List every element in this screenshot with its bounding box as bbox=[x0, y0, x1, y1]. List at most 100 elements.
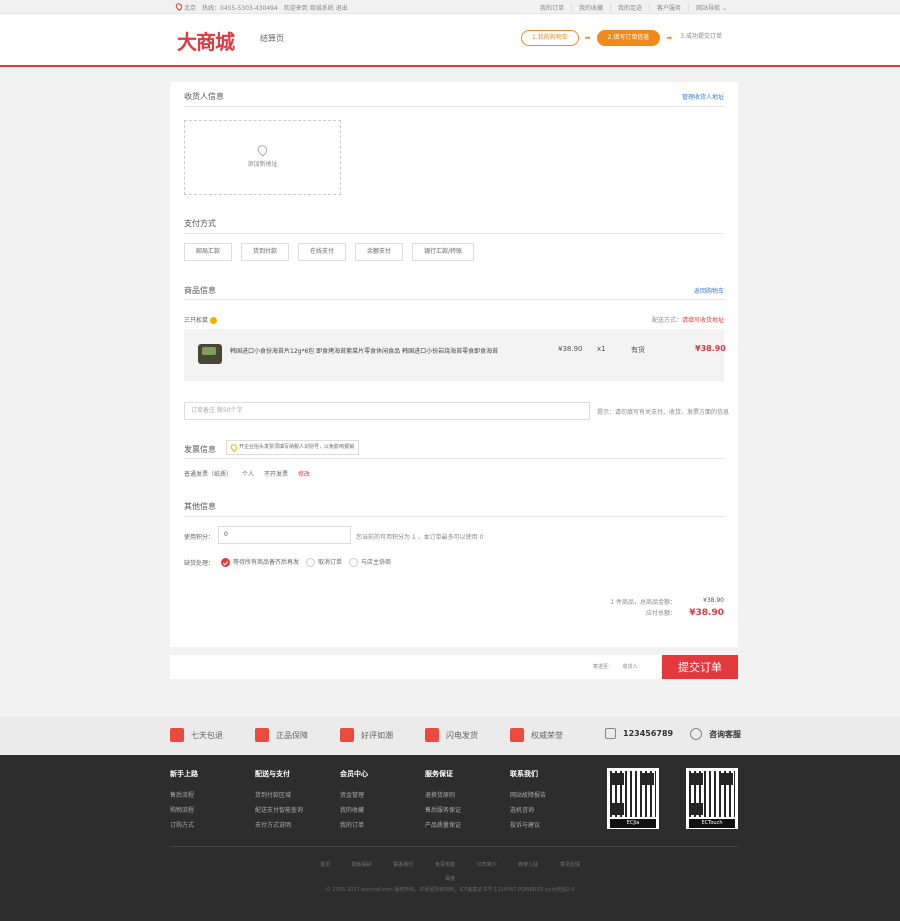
summary-payable: 应付总额： ¥38.90 bbox=[566, 608, 724, 618]
footer-col-contact: 联系我们 网站故障报告 选机咨询 投诉与建议 bbox=[510, 769, 546, 835]
points-input[interactable]: 0 bbox=[218, 526, 351, 544]
service-honors: 权威荣誉 bbox=[510, 728, 563, 742]
site-logo[interactable]: 大商城 bbox=[177, 26, 235, 55]
footer-link[interactable]: 选机咨询 bbox=[510, 805, 546, 814]
footer-col-newbie: 新手上路 售后流程 购物流程 订购方式 bbox=[170, 769, 198, 835]
top-link-history[interactable]: 我的足迹 bbox=[610, 3, 649, 12]
divider bbox=[184, 516, 724, 517]
payment-title: 支付方式 bbox=[184, 219, 216, 228]
top-link-favorites[interactable]: 我的收藏 bbox=[571, 3, 610, 12]
footer-link[interactable]: 售后流程 bbox=[170, 790, 198, 799]
oos-option-cancel[interactable]: 取消订单 bbox=[306, 557, 342, 567]
pay-option-cod[interactable]: 货到付款 bbox=[241, 243, 290, 261]
footer-link[interactable]: 配送支付智能查询 bbox=[255, 805, 303, 814]
product-stock: 有货 bbox=[631, 346, 645, 354]
top-link-orders[interactable]: 我的订单 bbox=[533, 3, 571, 12]
location-pin-icon bbox=[255, 143, 270, 157]
oos-option-negotiate[interactable]: 与店主协商 bbox=[349, 557, 391, 567]
footer-link[interactable]: 售后服务保证 bbox=[425, 805, 461, 814]
payment-options: 邮局汇款 货到付款 在线支付 余额支付 银行汇款/转账 bbox=[184, 243, 475, 261]
divider bbox=[170, 846, 738, 847]
footer-links: 首页 隐私保护 联系我们 免责条款 公司简介 商家入驻 意见反馈 bbox=[0, 861, 900, 868]
manage-address-link[interactable]: 管理收货人地址 bbox=[682, 92, 724, 101]
footer-link[interactable]: 我的收藏 bbox=[340, 805, 368, 814]
footer-link-feedback[interactable]: 意见反馈 bbox=[550, 862, 590, 868]
order-note-input[interactable]: 订单备注 限50个字 bbox=[184, 402, 590, 420]
add-address-button[interactable]: 添加新地址 bbox=[184, 120, 341, 195]
consignee-title: 收货人信息 bbox=[184, 92, 224, 101]
divider bbox=[184, 299, 724, 300]
submit-info: 寄送至： 收货人： bbox=[593, 663, 643, 670]
qr-label: ECJia bbox=[610, 819, 656, 828]
product-thumbnail[interactable] bbox=[198, 344, 222, 364]
footer-link-home[interactable]: 首页 bbox=[310, 862, 340, 868]
footer-link[interactable]: 投诉与建议 bbox=[510, 820, 546, 829]
footer-link-merchants[interactable]: 商家入驻 bbox=[508, 862, 548, 868]
footer-link-disclaimer[interactable]: 免责条款 bbox=[425, 862, 465, 868]
points-label: 使用积分： bbox=[184, 534, 215, 541]
footer-link[interactable]: 资金管理 bbox=[340, 790, 368, 799]
footer-link[interactable]: 产品质量保证 bbox=[425, 820, 461, 829]
footer-link[interactable]: 货到付款区域 bbox=[255, 790, 303, 799]
submit-order-button[interactable]: 提交订单 bbox=[662, 655, 738, 679]
pay-option-bank[interactable]: 银行汇款/转账 bbox=[412, 243, 475, 261]
location-pin-icon bbox=[174, 1, 184, 12]
shipping-label: 配送方式： bbox=[651, 317, 682, 324]
shop-label: 三只松鼠 bbox=[184, 317, 209, 324]
divider bbox=[184, 458, 724, 459]
footer-col-title: 联系我们 bbox=[510, 770, 538, 778]
footer-link[interactable]: 网站故障报告 bbox=[510, 790, 546, 799]
back-to-cart-link[interactable]: 返回购物车 bbox=[694, 286, 724, 295]
footer-link[interactable]: 我的订单 bbox=[340, 820, 368, 829]
thumbs-up-icon bbox=[340, 728, 354, 742]
hotline: 热线：0455-5303-430494 bbox=[202, 5, 278, 12]
footer-link[interactable]: 购物流程 bbox=[170, 805, 198, 814]
shipping-value[interactable]: 请填写收货地址 bbox=[682, 317, 724, 324]
invoice-tip: 开企业抬头发票须填写纳税人识别号，以免影响报销 bbox=[226, 440, 360, 455]
receiver-label: 收货人： bbox=[622, 664, 643, 670]
footer-help[interactable]: 百度 bbox=[0, 875, 900, 882]
oos-option-wait[interactable]: 等待所有商品备齐后再发 bbox=[221, 557, 299, 567]
pay-option-online[interactable]: 在线支付 bbox=[298, 243, 347, 261]
step-fill-order: 2.填写订单信息 bbox=[596, 30, 661, 46]
step-cart[interactable]: 1.我的购物车 bbox=[521, 30, 579, 46]
service-chat[interactable]: 咨询客服 bbox=[690, 728, 741, 740]
invoice-modify-link[interactable]: 修改 bbox=[298, 469, 310, 478]
location[interactable]: 北京 bbox=[174, 1, 196, 12]
step-submitted: 3.成功提交订单 bbox=[680, 33, 722, 40]
invoice-title: 发票信息 bbox=[184, 445, 216, 454]
summary-count-label: 1 件商品，总商品金额： bbox=[610, 599, 676, 606]
product-name[interactable]: 韩国进口小食份海苔片12g*6包 即食烤海苔紫菜片零食休闲食品 韩国进口小份岩烧… bbox=[230, 346, 530, 355]
pay-option-post[interactable]: 邮局汇款 bbox=[184, 243, 233, 261]
invoice-holder: 个人 bbox=[242, 471, 255, 478]
shop-name[interactable]: 三只松鼠 bbox=[184, 315, 218, 324]
radio-icon bbox=[306, 558, 316, 567]
footer-link[interactable]: 支付方式说明 bbox=[255, 820, 303, 829]
medal-icon bbox=[510, 728, 524, 742]
copyright: © 2005-2017 dscmall.com 版权所有，并保留所有权利。ICP… bbox=[325, 887, 575, 893]
welcome-text[interactable]: 欢迎来到 商城系统 退出 bbox=[284, 3, 348, 12]
service-phone: 123456789 bbox=[605, 728, 673, 739]
summary-payable-value: ¥38.90 bbox=[689, 608, 724, 618]
top-link-service[interactable]: 客户服务 bbox=[649, 3, 688, 12]
other-info-title: 其他信息 bbox=[184, 502, 216, 511]
footer-link-about[interactable]: 公司简介 bbox=[467, 862, 507, 868]
footer-col-title: 会员中心 bbox=[340, 770, 368, 778]
summary-payable-label: 应付总额： bbox=[645, 610, 676, 617]
shield-icon bbox=[255, 728, 269, 742]
footer-link[interactable]: 退换货原则 bbox=[425, 790, 461, 799]
oos-label: 缺货处理： bbox=[184, 559, 215, 567]
header: 大商城 结算页 1.我的购物车 ➡ 2.填写订单信息 ➡ 3.成功提交订单 bbox=[0, 14, 900, 67]
footer-link-contact[interactable]: 联系我们 bbox=[383, 862, 423, 868]
top-link-sitemap[interactable]: 网站导航 ⌄ bbox=[688, 3, 734, 12]
service-fast-delivery: 闪电发货 bbox=[425, 728, 478, 742]
footer-link[interactable]: 订购方式 bbox=[170, 820, 198, 829]
phone-icon bbox=[605, 728, 616, 739]
pay-option-balance[interactable]: 余额支付 bbox=[355, 243, 404, 261]
footer-link-privacy[interactable]: 隐私保护 bbox=[342, 862, 382, 868]
qr-code-ectouch: ECTouch bbox=[686, 768, 738, 829]
page-title: 结算页 bbox=[260, 34, 284, 43]
goods-title: 商品信息 bbox=[184, 286, 216, 295]
product-price: ¥38.90 bbox=[558, 345, 583, 353]
service-7-day-return: 七天包退 bbox=[170, 728, 223, 742]
